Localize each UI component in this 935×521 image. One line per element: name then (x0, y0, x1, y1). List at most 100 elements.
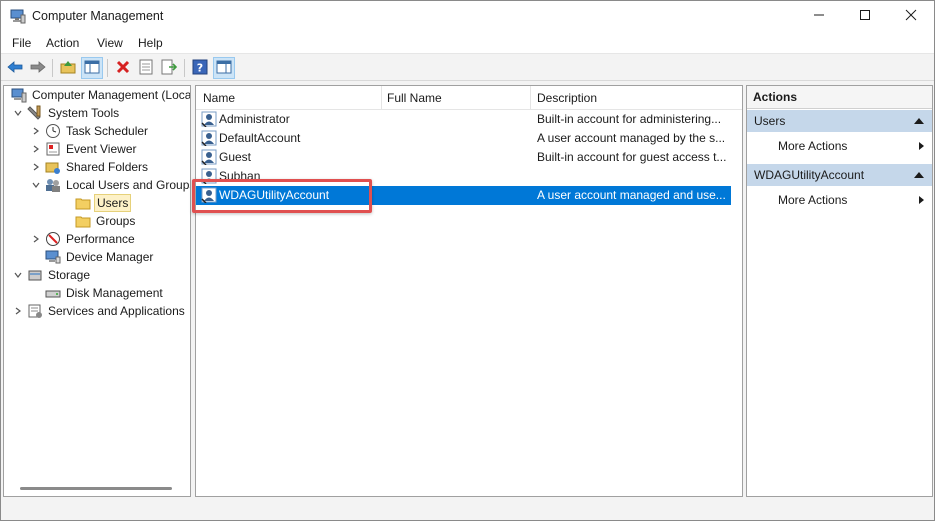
user-account-icon (201, 111, 217, 128)
forward-button[interactable] (27, 57, 49, 79)
menu-file[interactable]: File (12, 36, 31, 50)
toolbar-separator (52, 59, 53, 77)
help-icon: ? (192, 59, 208, 78)
show-hide-action-pane-button[interactable] (213, 57, 235, 79)
tree-item[interactable]: System Tools (12, 104, 121, 122)
menu-help[interactable]: Help (138, 36, 163, 50)
tree-item[interactable]: Groups (60, 212, 137, 230)
show-hide-tree-button[interactable] (81, 57, 103, 79)
event-viewer-icon (45, 141, 61, 157)
user-account-icon (201, 130, 217, 147)
help-button[interactable]: ? (189, 57, 211, 79)
properties-button[interactable] (135, 57, 157, 79)
tree-item-label: Users (94, 194, 132, 212)
tree-item-label: Services and Applications (48, 304, 185, 318)
tree-item[interactable]: Disk Management (30, 284, 165, 302)
table-row[interactable]: Guest Built-in account for guest access t… (196, 148, 731, 167)
collapsed-chevron-icon[interactable] (30, 143, 42, 155)
computer-management-icon (11, 87, 27, 103)
actions-section-wdagutilityaccount[interactable]: WDAGUtilityAccount (747, 164, 932, 186)
collapse-triangle-icon (914, 118, 924, 124)
column-header-description[interactable]: Description (537, 91, 597, 105)
menu-action[interactable]: Action (46, 36, 79, 50)
device-manager-icon (45, 249, 61, 265)
column-divider[interactable] (381, 86, 382, 110)
tree-item[interactable]: Shared Folders (30, 158, 150, 176)
computer-management-window: Computer Management File Action View Hel… (0, 0, 935, 521)
column-header-full-name[interactable]: Full Name (387, 91, 442, 105)
tree-item[interactable]: Local Users and Groups (30, 176, 191, 194)
cell-name: Guest (219, 150, 252, 164)
delete-button[interactable] (112, 57, 134, 79)
folder-icon (75, 195, 91, 211)
maximize-icon (859, 9, 871, 24)
actions-section-label: Users (754, 114, 786, 128)
minimize-icon (813, 9, 825, 24)
close-icon (905, 9, 917, 24)
submenu-arrow-icon (919, 142, 924, 150)
shared-folder-icon (45, 159, 61, 175)
collapsed-chevron-icon[interactable] (30, 125, 42, 137)
actions-title: Actions (747, 86, 932, 109)
clock-icon (45, 123, 61, 139)
submenu-arrow-icon (919, 196, 924, 204)
tree-item[interactable]: Users (60, 194, 132, 212)
user-list: Name Full Name Description Administrator… (195, 85, 743, 497)
more-actions-wdagutilityaccount[interactable]: More Actions (747, 188, 932, 210)
tree-item[interactable]: Services and Applications (12, 302, 187, 320)
status-bar (1, 500, 934, 520)
tree-item[interactable]: Device Manager (30, 248, 155, 266)
more-actions-label: More Actions (778, 139, 848, 153)
list-header: Name Full Name Description (196, 86, 742, 110)
expanded-chevron-icon[interactable] (30, 179, 42, 191)
menu-view[interactable]: View (97, 36, 123, 50)
tree-item[interactable]: Event Viewer (30, 140, 138, 158)
tree-item[interactable]: Task Scheduler (30, 122, 150, 140)
tree-item[interactable]: Storage (12, 266, 92, 284)
properties-icon (138, 59, 154, 78)
maximize-button[interactable] (842, 1, 888, 32)
cell-description: Built-in account for administering... (537, 112, 722, 126)
expanded-chevron-icon[interactable] (12, 107, 24, 119)
collapsed-chevron-icon[interactable] (30, 233, 42, 245)
actions-pane: Actions Users More Actions WDAGUtilityAc… (746, 85, 933, 497)
toolbar: ? (1, 55, 934, 81)
column-divider[interactable] (530, 86, 531, 110)
cell-name: Administrator (219, 112, 290, 126)
actions-section-users[interactable]: Users (747, 110, 932, 132)
actions-section-label: WDAGUtilityAccount (754, 168, 865, 182)
close-button[interactable] (888, 1, 934, 32)
cell-name: DefaultAccount (219, 131, 301, 145)
folder-icon (75, 213, 91, 229)
tree-item-label: Shared Folders (66, 160, 149, 174)
tree-item-label: Performance (66, 232, 135, 246)
minimize-button[interactable] (796, 1, 842, 32)
disk-icon (45, 285, 61, 301)
cell-description: Built-in account for guest access t... (537, 150, 727, 164)
expanded-chevron-icon[interactable] (12, 269, 24, 281)
table-row[interactable]: DefaultAccount A user account managed by … (196, 129, 731, 148)
console-tree: Computer Management (Local System Tools Ta… (3, 85, 191, 497)
storage-icon (27, 267, 43, 283)
collapsed-chevron-icon[interactable] (12, 305, 24, 317)
tree-item-label: Disk Management (66, 286, 163, 300)
show-hide-tree-icon (84, 60, 100, 77)
collapse-triangle-icon (914, 172, 924, 178)
up-folder-button[interactable] (57, 57, 79, 79)
tools-icon (27, 105, 43, 121)
tree-horizontal-scrollbar[interactable] (20, 487, 172, 490)
services-icon (27, 303, 43, 319)
tree-item[interactable]: Computer Management (Local (8, 86, 190, 104)
table-row[interactable]: Administrator Built-in account for admini… (196, 110, 731, 129)
column-header-name[interactable]: Name (203, 91, 235, 105)
back-button[interactable] (4, 57, 26, 79)
export-list-button[interactable] (158, 57, 180, 79)
title-bar: Computer Management (1, 1, 934, 32)
collapsed-chevron-icon[interactable] (30, 161, 42, 173)
tree-item-label: Local Users and Groups (66, 178, 191, 192)
tree-item[interactable]: Performance (30, 230, 137, 248)
performance-icon (45, 231, 61, 247)
menu-bar: File Action View Help (1, 32, 934, 54)
more-actions-users[interactable]: More Actions (747, 134, 932, 156)
